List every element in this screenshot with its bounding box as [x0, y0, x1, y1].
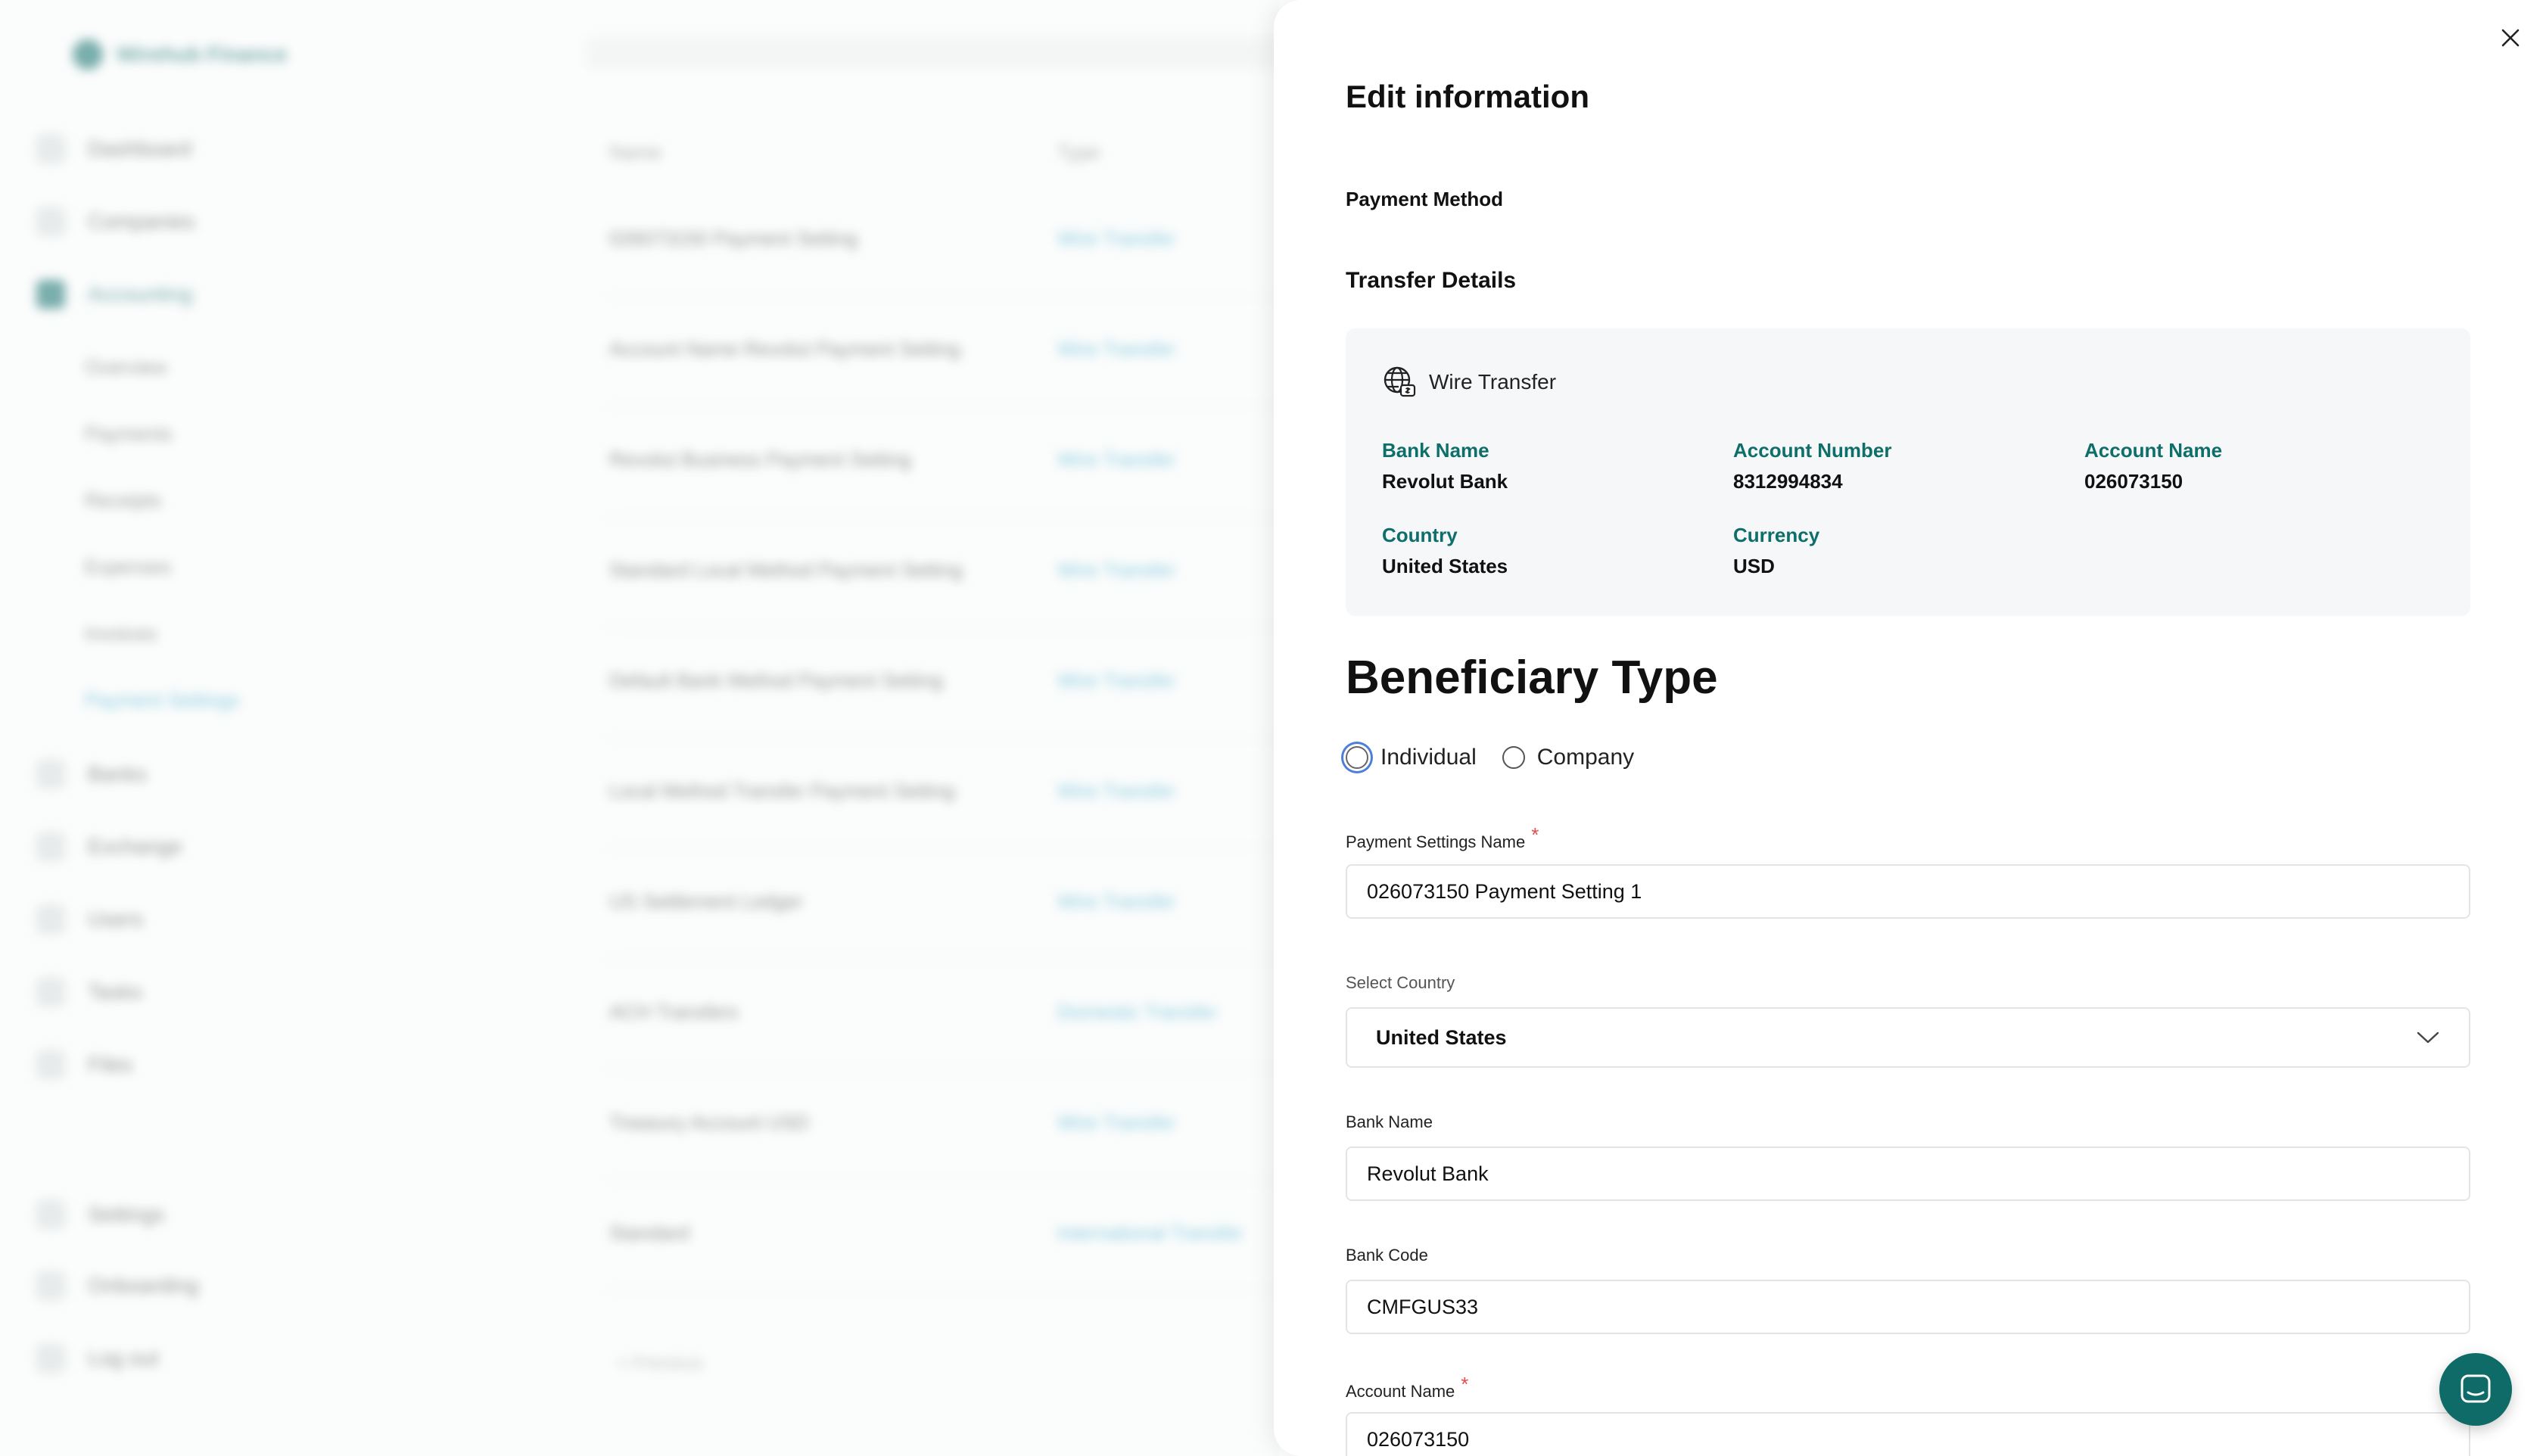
sidebar-item-users[interactable]: Users — [36, 905, 143, 934]
beneficiary-type-title: Beneficiary Type — [1346, 652, 1718, 704]
detail-account-number: Account Number 8312994834 — [1733, 439, 1892, 493]
globe-dollar-icon — [1384, 366, 1416, 397]
select-country-label: Select Country — [1346, 973, 1455, 992]
table-row[interactable]: Account Name Revolut Payment Setting Wire… — [609, 295, 1279, 407]
dashboard-icon — [36, 135, 65, 163]
table-row[interactable]: ACH Transfers Domestic Transfer — [609, 958, 1279, 1070]
chat-icon — [2461, 1374, 2491, 1403]
background-app: Wirehub Finance Dashboard Companies Acco… — [0, 0, 1279, 1456]
detail-currency: Currency USD — [1733, 524, 1820, 577]
brand-name: Wirehub Finance — [117, 42, 288, 66]
close-button[interactable] — [2492, 20, 2529, 56]
beneficiary-type-radio-group: Individual Company — [1346, 745, 1634, 770]
search-input[interactable] — [587, 38, 1279, 68]
bank-icon — [36, 760, 65, 789]
bank-name-label: Bank Name — [1346, 1112, 1433, 1131]
logout-icon — [36, 1344, 65, 1373]
subnav-item-invoices[interactable]: Invoices — [85, 622, 157, 646]
sidebar-item-onboarding[interactable]: Onboarding — [36, 1271, 198, 1300]
radio-company-circle[interactable] — [1502, 746, 1525, 769]
table-row[interactable]: Treasury Account USD Wire Transfer — [609, 1069, 1279, 1181]
sidebar-item-banks[interactable]: Banks — [36, 760, 147, 789]
transfer-type: Wire Transfer — [1382, 365, 1556, 400]
pagination-previous[interactable]: < Previous — [617, 1353, 703, 1374]
table-row[interactable]: 026073150 Payment Setting Wire Transfer — [609, 185, 1279, 297]
transfer-details-card: Wire Transfer Bank Name Revolut Bank Acc… — [1346, 328, 2470, 616]
radio-individual-circle[interactable] — [1346, 746, 1368, 769]
onboarding-icon — [36, 1271, 65, 1300]
sidebar-item-exchange[interactable]: Exchange — [36, 832, 182, 861]
radio-company[interactable]: Company — [1502, 745, 1634, 770]
bank-name-input[interactable]: Revolut Bank — [1346, 1146, 2470, 1201]
transfer-details-label: Transfer Details — [1346, 268, 1517, 293]
close-icon — [2501, 29, 2520, 47]
detail-bank-name: Bank Name Revolut Bank — [1382, 439, 1508, 493]
column-header-name: Name — [609, 141, 662, 163]
table-row[interactable]: Default Bank Method Payment Setting Wire … — [609, 627, 1279, 739]
table-row[interactable]: Standard Local Method Payment Setting Wir… — [609, 516, 1279, 628]
building-icon — [36, 207, 65, 236]
files-icon — [36, 1050, 65, 1079]
column-header-type: Type — [1057, 141, 1100, 163]
subnav-item-payments[interactable]: Payments — [85, 422, 173, 446]
tasks-icon — [36, 978, 65, 1006]
drawer-title: Edit information — [1346, 79, 1589, 114]
users-icon — [36, 905, 65, 934]
radio-individual[interactable]: Individual — [1346, 745, 1477, 770]
brand-logo: Wirehub Finance — [73, 39, 287, 70]
radio-company-label: Company — [1536, 745, 1635, 770]
gear-icon — [36, 1200, 65, 1229]
subnav-item-overview[interactable]: Overview — [85, 356, 167, 379]
bank-code-input[interactable]: CMFGUS33 — [1346, 1280, 2470, 1334]
country-select-value: United States — [1376, 1025, 1507, 1049]
sidebar-item-files[interactable]: Files — [36, 1050, 132, 1079]
table-row[interactable]: Standard International Transfer — [609, 1179, 1279, 1291]
sidebar-item-logout[interactable]: Log out — [36, 1344, 158, 1373]
country-select[interactable]: United States — [1346, 1007, 2470, 1068]
sidebar: Wirehub Finance Dashboard Companies Acco… — [0, 0, 360, 1456]
sidebar-item-tasks[interactable]: Tasks — [36, 978, 142, 1006]
exchange-icon — [36, 832, 65, 861]
bank-code-label: Bank Code — [1346, 1246, 1428, 1265]
account-name-label: Account Name * — [1346, 1373, 1469, 1401]
edit-drawer: Edit information Payment Method Transfer… — [1274, 0, 2543, 1456]
chevron-down-icon — [2417, 1031, 2439, 1044]
chat-support-button[interactable] — [2439, 1353, 2512, 1426]
sidebar-item-settings[interactable]: Settings — [36, 1200, 164, 1229]
sidebar-item-dashboard[interactable]: Dashboard — [36, 135, 191, 163]
main-content: Name Type 026073150 Payment Setting Wire … — [360, 0, 1279, 1456]
detail-country: Country United States — [1382, 524, 1508, 577]
logo-icon — [73, 39, 103, 70]
accounting-icon — [36, 280, 65, 309]
sidebar-item-companies[interactable]: Companies — [36, 207, 195, 236]
payment-method-label: Payment Method — [1346, 188, 1504, 210]
background-blur-layer: Wirehub Finance Dashboard Companies Acco… — [0, 0, 1279, 1456]
table-row[interactable]: US Settlement Ledger Wire Transfer — [609, 848, 1279, 960]
required-asterisk: * — [1531, 823, 1539, 846]
table-row[interactable]: Revolut Business Payment Setting Wire Tra… — [609, 406, 1279, 518]
detail-account-name: Account Name 026073150 — [2084, 439, 2223, 493]
subnav-item-expenses[interactable]: Expenses — [85, 555, 171, 579]
account-name-input[interactable]: 026073150 — [1346, 1412, 2470, 1456]
subnav-item-receipts[interactable]: Receipts — [85, 489, 161, 512]
subnav-item-payment-settings[interactable]: Payment Settings — [85, 689, 239, 712]
payment-settings-name-label: Payment Settings Name * — [1346, 823, 1539, 851]
sidebar-item-accounting[interactable]: Accounting — [36, 280, 193, 309]
payment-settings-name-input[interactable]: 026073150 Payment Setting 1 — [1346, 864, 2470, 919]
table-row[interactable]: Local Method Transfer Payment Setting Wir… — [609, 737, 1279, 849]
transfer-type-label: Wire Transfer — [1429, 370, 1557, 394]
radio-individual-label: Individual — [1380, 745, 1477, 770]
required-asterisk: * — [1461, 1373, 1469, 1395]
